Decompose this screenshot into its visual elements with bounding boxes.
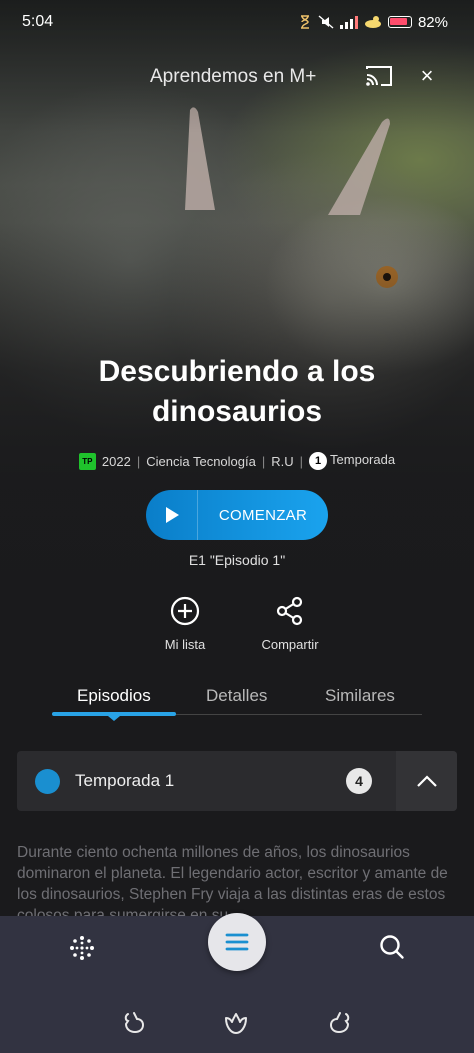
status-bar: 5:04 82% [0, 0, 474, 44]
meta-divider: | [136, 453, 141, 469]
seasons-info: 1 Temporada [309, 452, 395, 470]
play-icon [146, 490, 198, 540]
tab-episodes[interactable]: Episodios [77, 686, 151, 706]
menu-icon [225, 933, 249, 951]
season-toggle-button[interactable] [396, 751, 457, 811]
system-back-icon[interactable] [120, 1008, 148, 1036]
search-icon[interactable] [377, 932, 407, 962]
cast-icon[interactable] [364, 64, 394, 88]
status-indicators: 82% [298, 14, 448, 31]
status-time: 5:04 [22, 13, 54, 30]
show-genres: Ciencia Tecnología [146, 453, 256, 469]
season-selector[interactable]: Temporada 1 4 [17, 751, 457, 811]
tab-indicator-notch [108, 716, 120, 721]
system-recents-icon[interactable] [326, 1008, 354, 1036]
share-button[interactable]: Compartir [250, 596, 330, 652]
show-description: Durante ciento ochenta millones de años,… [17, 844, 448, 918]
season-label: Temporada 1 [75, 771, 175, 790]
sparkle-icon[interactable] [67, 933, 97, 963]
my-list-button[interactable]: Mi lista [145, 596, 225, 652]
hourglass-icon [300, 15, 309, 29]
notification-icon [364, 16, 381, 28]
meta-divider: | [261, 453, 266, 469]
episode-count-badge: 4 [346, 768, 372, 794]
battery-icon [387, 16, 412, 28]
seasons-label: Temporada [330, 452, 396, 467]
menu-button[interactable] [208, 913, 266, 971]
tab-details[interactable]: Detalles [206, 686, 267, 706]
tab-similar[interactable]: Similares [325, 686, 395, 706]
show-title: Descubriendo a los dinosaurios [98, 355, 376, 428]
rating-badge: TP [78, 452, 96, 470]
show-country: R.U [271, 453, 294, 469]
show-metadata: TP 2022 | Ciencia Tecnología | R.U | 1 Te… [0, 452, 474, 470]
share-icon [276, 596, 303, 626]
top-bar: Aprendemos en M+ × [0, 56, 474, 98]
start-button[interactable]: COMENZAR [146, 490, 328, 540]
app-title: Aprendemos en M+ [150, 66, 317, 87]
season-dot [35, 769, 60, 794]
close-icon[interactable]: × [413, 62, 441, 90]
show-year: 2022 [101, 453, 131, 469]
start-button-label: COMENZAR [218, 506, 308, 524]
signal-icon [339, 16, 358, 29]
mute-icon [318, 15, 334, 29]
battery-percent: 82% [417, 13, 448, 31]
meta-divider: | [299, 453, 304, 469]
seasons-count: 1 [309, 452, 328, 470]
chevron-up-icon [416, 775, 437, 787]
content-tabs: Episodios Detalles Similares [52, 680, 422, 721]
my-list-label: Mi lista [164, 637, 206, 652]
add-icon [170, 596, 200, 626]
share-label: Compartir [261, 637, 319, 652]
episode-hint: E1 "Episodio 1" [188, 552, 286, 568]
bottom-nav [0, 913, 474, 1053]
system-home-icon[interactable] [222, 1008, 250, 1036]
